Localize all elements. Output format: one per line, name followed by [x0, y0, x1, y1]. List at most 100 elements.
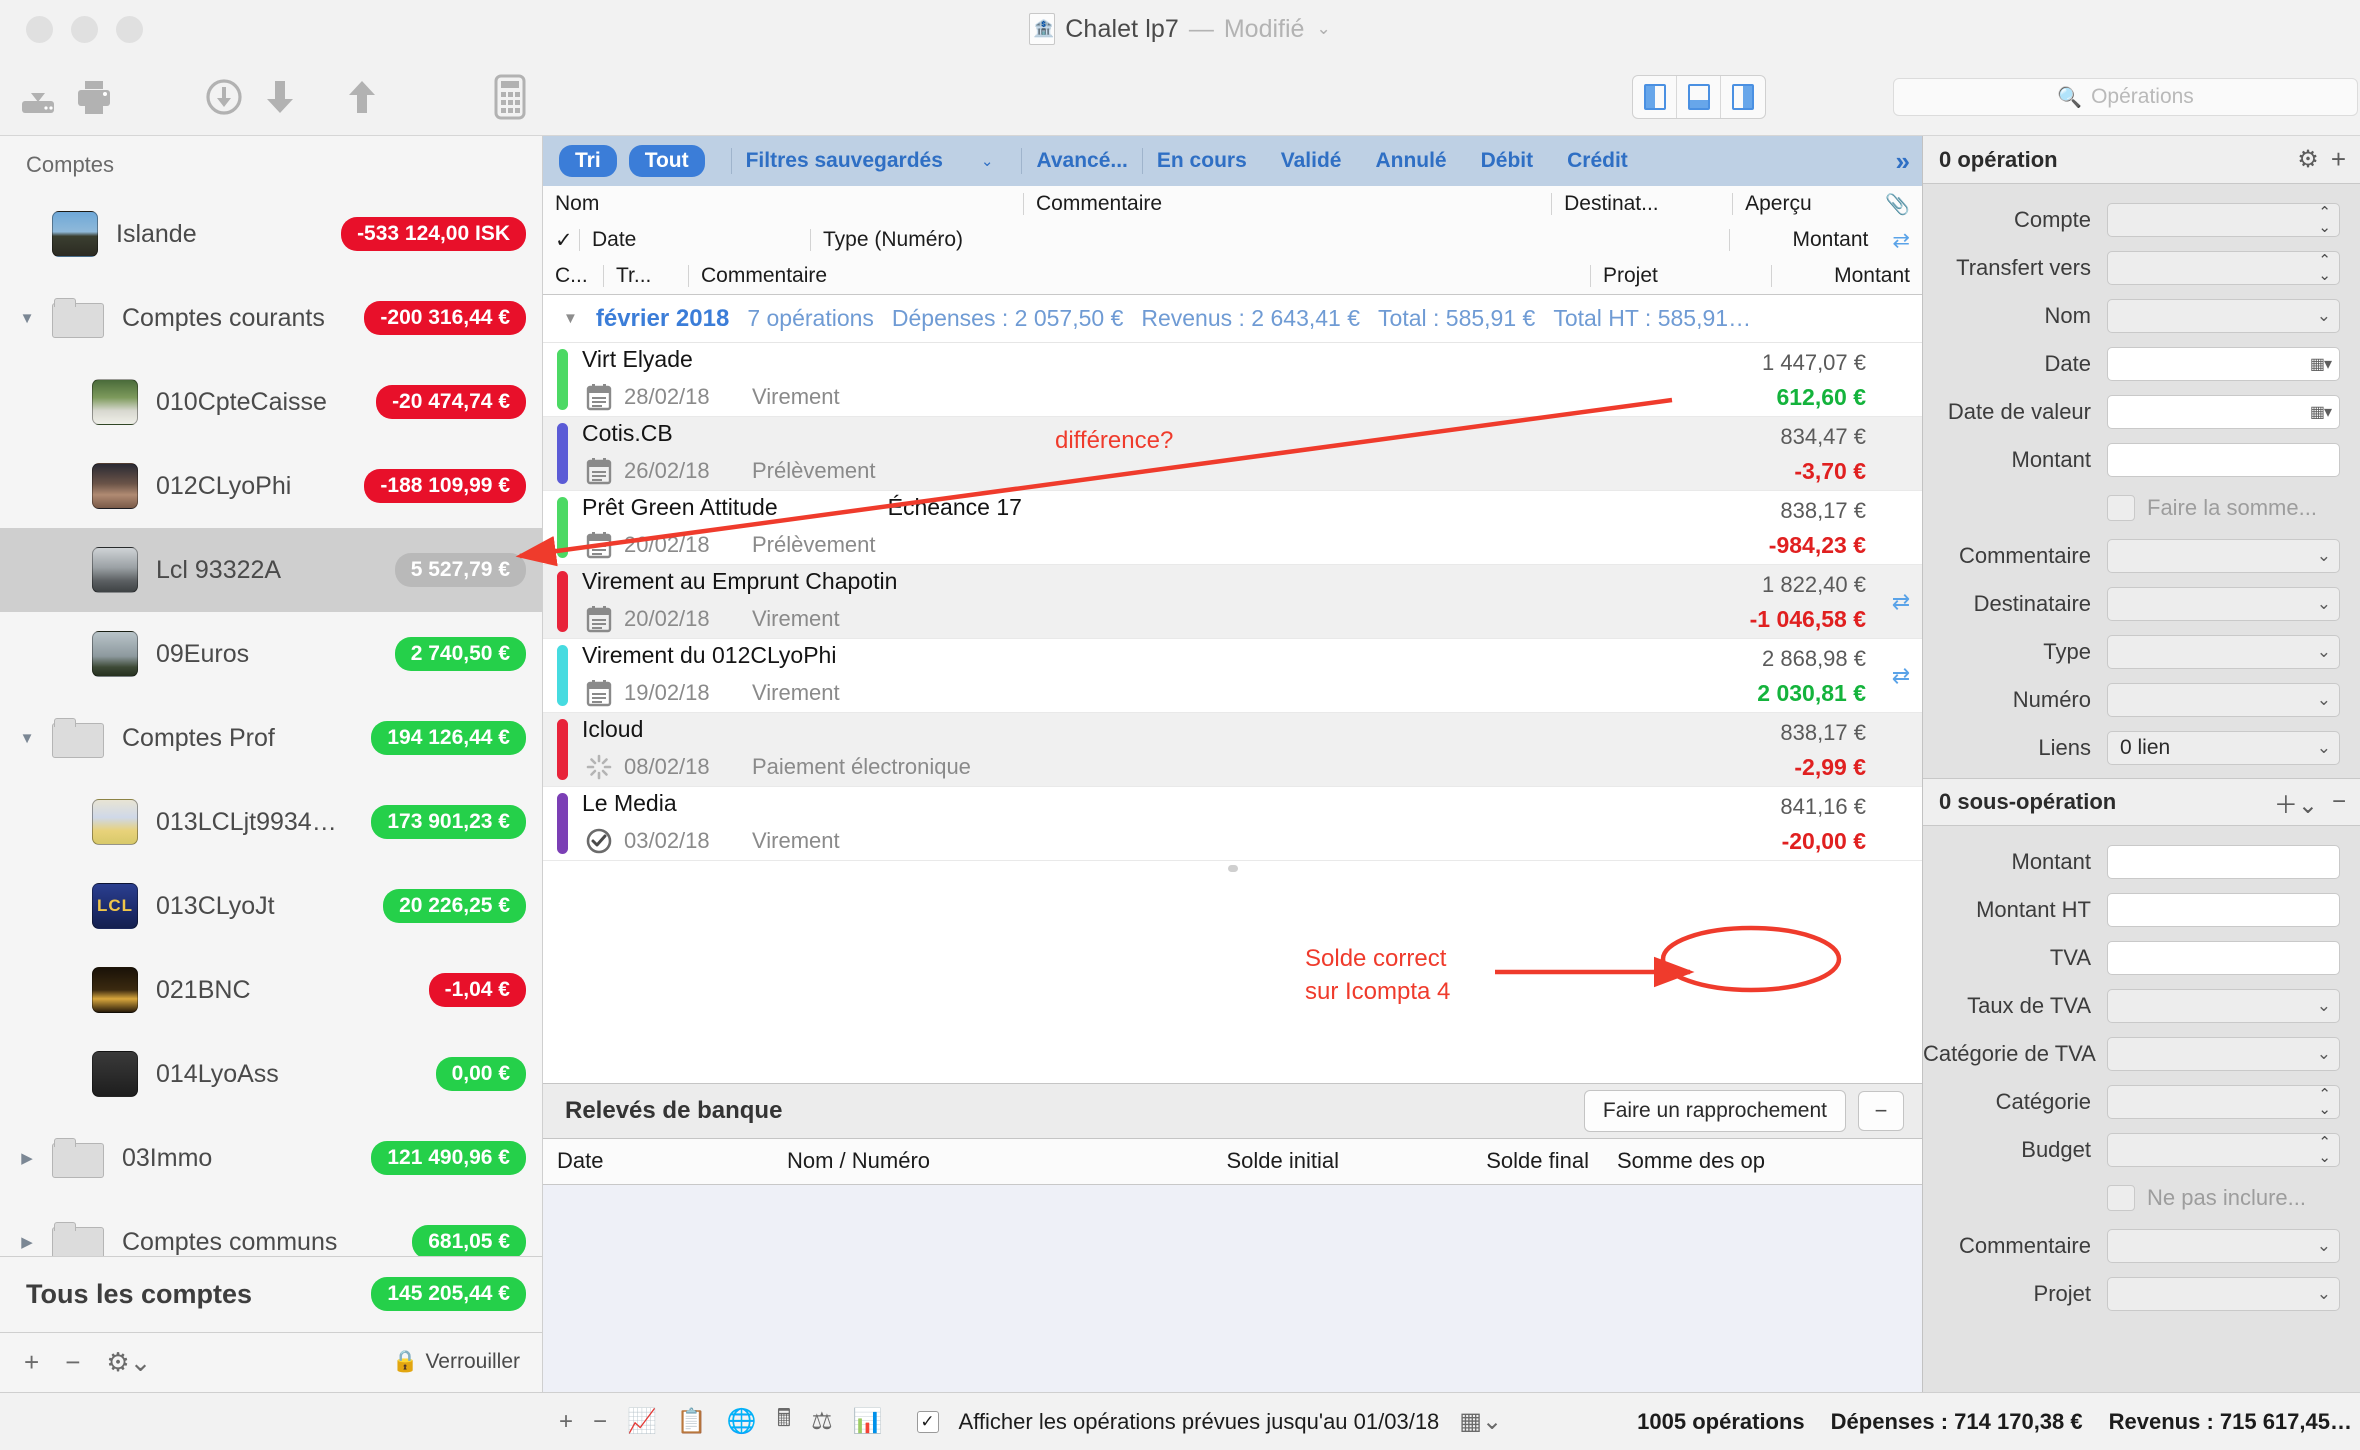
stepper-icon[interactable]: ⌃ ⌄: [2318, 1087, 2331, 1117]
chart-line-icon[interactable]: 📈: [627, 1407, 657, 1436]
calculator-icon[interactable]: 🖩: [777, 1401, 791, 1442]
bank-statements-body[interactable]: [543, 1184, 1922, 1392]
field-input-montant-ht[interactable]: [2107, 893, 2340, 927]
all-accounts-total-row[interactable]: Tous les comptes 145 205,44 €: [0, 1255, 542, 1332]
sidebar-item-014lyoass[interactable]: ▼014LyoAss0,00 €: [0, 1032, 542, 1116]
add-sub-operation-button[interactable]: ＋⌄: [2274, 785, 2318, 820]
layout-right-icon[interactable]: [1721, 76, 1765, 118]
disclosure-triangle-icon[interactable]: ▼: [14, 730, 40, 747]
saved-filters-label[interactable]: Filtres sauvegardés: [746, 149, 943, 173]
field-input-budget[interactable]: ⌃ ⌄: [2107, 1133, 2340, 1167]
calendar-icon[interactable]: [582, 382, 616, 412]
rc-solde-initial[interactable]: Solde initial: [1103, 1148, 1353, 1174]
chevron-down-icon[interactable]: ⌄: [2317, 738, 2331, 758]
rc-solde-final[interactable]: Solde final: [1353, 1148, 1603, 1174]
col-tr[interactable]: Tr...: [604, 264, 688, 288]
transaction-row[interactable]: Icloud 08/02/18 Paiement électronique 838,1…: [543, 713, 1922, 787]
print-icon[interactable]: [66, 69, 122, 125]
field-input-liens[interactable]: 0 lien ⌄: [2107, 731, 2340, 765]
tab-en-cours[interactable]: En cours: [1157, 149, 1247, 173]
check-icon[interactable]: [582, 826, 616, 856]
sidebar-item-013clyojt[interactable]: ▼LCL013CLyoJt20 226,25 €: [0, 864, 542, 948]
col-date[interactable]: Date: [580, 228, 810, 252]
globe-icon[interactable]: 🌐: [727, 1407, 757, 1436]
disclosure-triangle-icon[interactable]: ▼: [14, 310, 40, 327]
advanced-filter-button[interactable]: Avancé...: [1036, 149, 1127, 173]
all-pill-button[interactable]: Tout: [628, 145, 705, 177]
calendar-icon[interactable]: [582, 456, 616, 486]
clipboard-icon[interactable]: 📋: [677, 1407, 707, 1436]
sidebar-item-comptes-prof[interactable]: ▼ Comptes Prof 194 126,44 €: [0, 696, 542, 780]
calendar-icon[interactable]: [582, 678, 616, 708]
chevron-down-icon[interactable]: ⌄: [2317, 306, 2331, 326]
tab-credit[interactable]: Crédit: [1567, 149, 1628, 173]
close-button[interactable]: [26, 15, 53, 43]
sidebar-item-013lcljt9934[interactable]: ▼013LCLjt9934…173 901,23 €: [0, 780, 542, 864]
maximize-button[interactable]: [116, 15, 143, 43]
field-input-num-ro[interactable]: ⌄: [2107, 683, 2340, 717]
col-nom[interactable]: Nom: [543, 192, 1023, 216]
chevron-down-icon[interactable]: ⌄: [2317, 690, 2331, 710]
paperclip-icon[interactable]: 📎: [1873, 192, 1922, 217]
col-commentaire[interactable]: Commentaire: [1024, 192, 1551, 216]
sidebar-item-comptes-courants[interactable]: ▼ Comptes courants -200 316,44 €: [0, 276, 542, 360]
sidebar-item-lcl-93322a[interactable]: ▼Lcl 93322A5 527,79 €: [0, 528, 542, 612]
field-input-commentaire[interactable]: ⌄: [2107, 1229, 2340, 1263]
chevron-down-icon[interactable]: ⌄: [2317, 1284, 2331, 1304]
col-destinataire[interactable]: Destinat...: [1552, 192, 1732, 216]
expand-filters-icon[interactable]: »: [1896, 146, 1910, 177]
stepper-icon[interactable]: ⌃ ⌄: [2318, 1135, 2331, 1165]
field-input-tva[interactable]: [2107, 941, 2340, 975]
chevron-down-icon[interactable]: ⌄: [1316, 19, 1330, 39]
remove-account-button[interactable]: −: [65, 1347, 80, 1378]
reconcile-button[interactable]: Faire un rapprochement: [1583, 1089, 1846, 1132]
field-input-compte[interactable]: ⌃ ⌄: [2107, 203, 2340, 237]
rc-date[interactable]: Date: [543, 1148, 773, 1174]
tab-annule[interactable]: Annulé: [1375, 149, 1446, 173]
field-input-transfert-vers[interactable]: ⌃ ⌄: [2107, 251, 2340, 285]
exclude-checkbox[interactable]: [2107, 1185, 2135, 1211]
field-input-taux-de-tva[interactable]: ⌄: [2107, 989, 2340, 1023]
chevron-down-icon[interactable]: ⌄: [2317, 996, 2331, 1016]
lock-button[interactable]: 🔒 Verrouiller: [392, 1350, 520, 1374]
chevron-down-icon[interactable]: ⌄: [2317, 594, 2331, 614]
disclosure-triangle-icon[interactable]: ▶: [14, 1149, 40, 1167]
add-transaction-button[interactable]: +: [559, 1408, 573, 1436]
field-input-commentaire[interactable]: ⌄: [2107, 539, 2340, 573]
col-check[interactable]: ✓: [543, 228, 579, 253]
remove-statement-button[interactable]: −: [1858, 1090, 1904, 1131]
calendar-icon[interactable]: ▦▾: [2310, 354, 2332, 374]
col-apercu[interactable]: Aperçu: [1733, 192, 1873, 216]
field-input-montant[interactable]: [2107, 443, 2340, 477]
disclosure-triangle-icon[interactable]: ▼: [563, 310, 578, 327]
gear-icon[interactable]: ⚙: [2297, 145, 2319, 174]
remove-sub-operation-button[interactable]: −: [2332, 788, 2346, 816]
field-input-montant[interactable]: [2107, 845, 2340, 879]
layout-bottom-icon[interactable]: [1677, 76, 1721, 118]
add-account-button[interactable]: +: [24, 1347, 39, 1378]
chevron-down-icon[interactable]: ⌄: [2317, 642, 2331, 662]
col-type-numero[interactable]: Type (Numéro): [811, 228, 1729, 252]
grid-icon[interactable]: ▦⌄: [1459, 1407, 1502, 1436]
field-input-type[interactable]: ⌄: [2107, 635, 2340, 669]
sidebar-item-021bnc[interactable]: ▼021BNC-1,04 €: [0, 948, 542, 1032]
layout-left-icon[interactable]: [1633, 76, 1677, 118]
transfer-arrows-icon[interactable]: ⇄: [1880, 228, 1922, 253]
chevron-down-icon[interactable]: ⌄: [2317, 1236, 2331, 1256]
rc-nom-numero[interactable]: Nom / Numéro: [773, 1148, 1103, 1174]
sidebar-item-09euros[interactable]: ▼09Euros2 740,50 €: [0, 612, 542, 696]
transaction-row[interactable]: Le Media 03/02/18 Virement 841,16 € -20,00 €: [543, 787, 1922, 861]
bar-chart-icon[interactable]: 📊: [853, 1407, 883, 1436]
transfer-arrows-icon[interactable]: ⇄: [1880, 565, 1922, 638]
minimize-button[interactable]: [71, 15, 98, 43]
field-input-projet[interactable]: ⌄: [2107, 1277, 2340, 1311]
gear-icon[interactable]: ⚙︎⌄: [106, 1347, 151, 1378]
chevron-down-icon[interactable]: ⌄: [2317, 546, 2331, 566]
download-circle-icon[interactable]: [196, 69, 252, 125]
sidebar-item-03immo[interactable]: ▶ 03Immo 121 490,96 €: [0, 1116, 542, 1200]
transaction-row[interactable]: Virt Elyade 28/02/18 Virement 1 447,07 € 612…: [543, 343, 1922, 417]
col-c[interactable]: C...: [543, 264, 603, 288]
field-input-cat-gorie[interactable]: ⌃ ⌄: [2107, 1085, 2340, 1119]
stepper-icon[interactable]: ⌃ ⌄: [2318, 205, 2331, 235]
col-montant-3[interactable]: Montant: [1772, 264, 1922, 288]
